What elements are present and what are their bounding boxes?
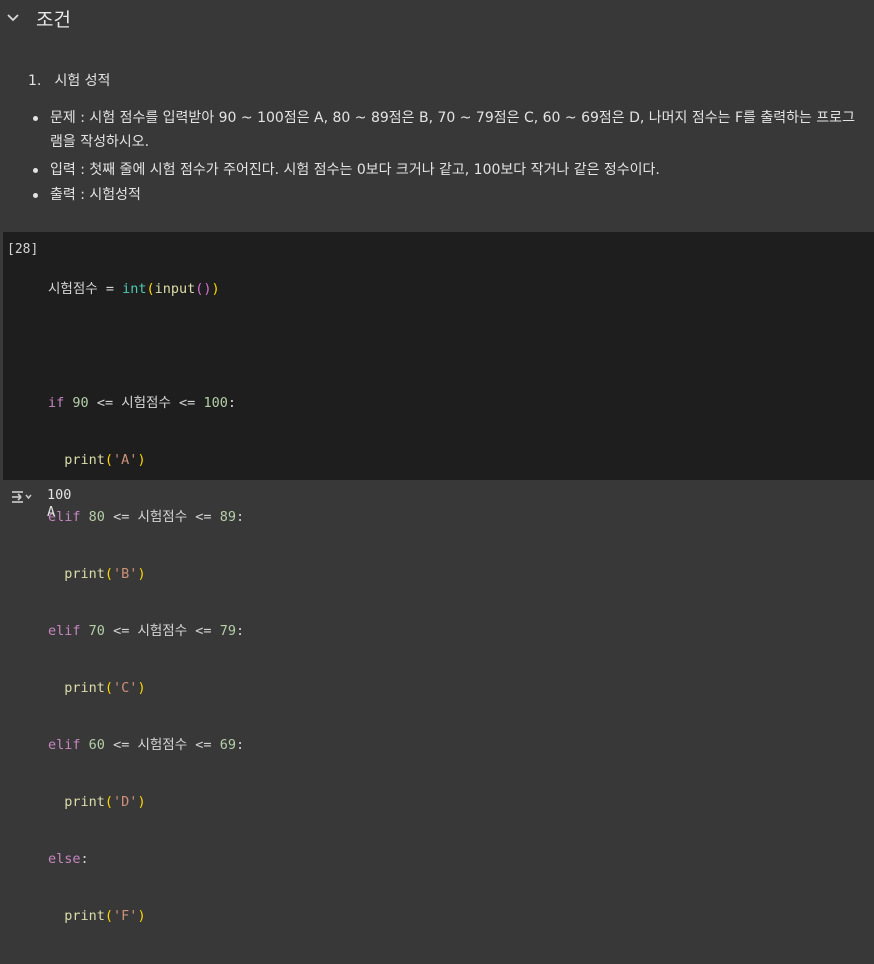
code-line: print('D') <box>64 794 146 810</box>
code-line: elif 70 <= 시험점수 <= 79: <box>48 623 245 639</box>
bullet-output: 출력 : 시험성적 <box>33 183 868 207</box>
output-line: A <box>47 504 56 520</box>
section-header: 조건 <box>0 0 874 36</box>
code-line: else: <box>48 851 89 867</box>
code-line: print('B') <box>64 566 146 582</box>
code-editor[interactable]: 시험점수 = int(input()) if 90 <= 시험점수 <= 100… <box>48 242 244 964</box>
code-line: if 90 <= 시험점수 <= 100: <box>48 395 236 411</box>
cell-output: 100 A <box>0 482 874 529</box>
bullet-input-text: 입력 : 첫째 줄에 시험 점수가 주어진다. 시험 점수는 0보다 크거나 같… <box>50 162 660 178</box>
output-toggle-icon[interactable] <box>10 488 32 506</box>
list-item-label: 시험 성적 <box>54 73 111 89</box>
code-line: print('C') <box>64 680 146 696</box>
code-line: print('F') <box>64 908 146 924</box>
chevron-down-icon[interactable] <box>5 9 21 25</box>
bullet-problem-text: 문제 : 시험 점수를 입력받아 90 ~ 100점은 A, 80 ~ 89점은… <box>50 110 855 126</box>
code-cell[interactable]: [28] 시험점수 = int(input()) if 90 <= 시험점수 <… <box>0 232 874 924</box>
ordered-list-item: 1. 시험 성적 <box>28 70 110 90</box>
output-line: 100 <box>47 487 72 503</box>
code-line: print('A') <box>64 452 146 468</box>
list-number: 1. <box>28 73 42 89</box>
output-text: 100 A <box>47 487 71 521</box>
section-title: 조건 <box>36 9 71 31</box>
bullet-input: 입력 : 첫째 줄에 시험 점수가 주어진다. 시험 점수는 0보다 크거나 같… <box>33 158 868 182</box>
execution-count: [28] <box>7 242 39 257</box>
bullet-output-text: 출력 : 시험성적 <box>50 187 141 203</box>
code-line: 시험점수 = int(input()) <box>48 281 220 297</box>
bullet-problem: 문제 : 시험 점수를 입력받아 90 ~ 100점은 A, 80 ~ 89점은… <box>33 106 868 154</box>
bullet-problem-text-cont: 램을 작성하시오. <box>50 134 150 150</box>
code-line: elif 60 <= 시험점수 <= 69: <box>48 737 245 753</box>
